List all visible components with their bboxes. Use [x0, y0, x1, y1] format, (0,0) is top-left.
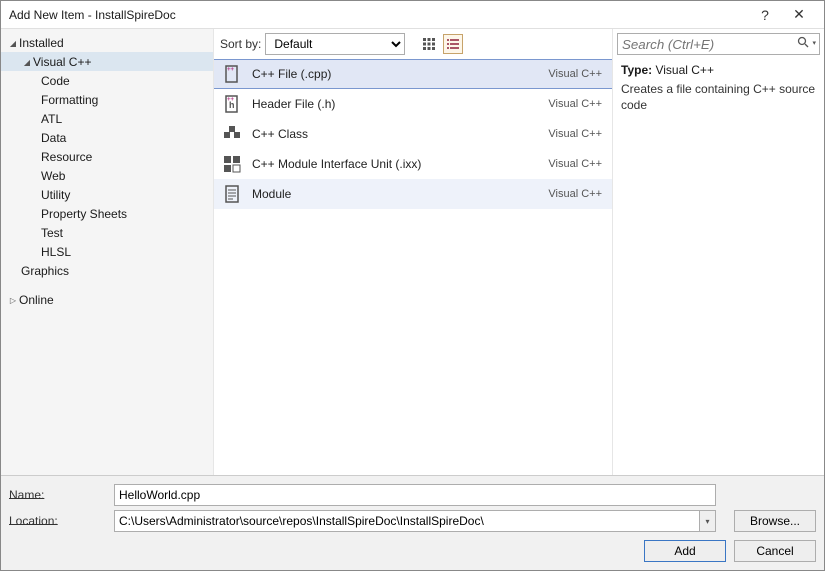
search-icon[interactable]: ▾ [797, 36, 816, 49]
center-pane: Sort by: Default [214, 29, 613, 475]
chevron-down-icon [7, 38, 19, 48]
template-item-module[interactable]: Module Visual C++ [214, 179, 612, 209]
sortby-select[interactable]: Default [265, 33, 405, 55]
cpp-file-icon: ++ [220, 62, 244, 86]
template-list: ++ C++ File (.cpp) Visual C++ h++ Header… [214, 59, 612, 475]
titlebar: Add New Item - InstallSpireDoc ? ✕ [1, 1, 824, 29]
window-title: Add New Item - InstallSpireDoc [9, 8, 748, 22]
sidebar-item-visual-cpp[interactable]: Visual C++ [1, 52, 213, 71]
list-icon [446, 37, 460, 51]
template-tag: Visual C++ [548, 98, 602, 110]
template-tag: Visual C++ [548, 158, 602, 170]
location-label: Location: [9, 514, 114, 528]
sidebar-item-resource[interactable]: Resource [1, 147, 213, 166]
module-icon [220, 182, 244, 206]
sidebar-item-utility[interactable]: Utility [1, 185, 213, 204]
sidebar-item-graphics[interactable]: Graphics [1, 261, 213, 280]
browse-button[interactable]: Browse... [734, 510, 816, 532]
cpp-class-icon [220, 122, 244, 146]
location-dropdown-button[interactable]: ▾ [699, 511, 715, 531]
cancel-button[interactable]: Cancel [734, 540, 816, 562]
details-type-value: Visual C++ [655, 63, 713, 77]
sidebar: Installed Visual C++ Code Formatting ATL… [1, 29, 214, 475]
sidebar-label: Visual C++ [33, 55, 91, 69]
sidebar-item-data[interactable]: Data [1, 128, 213, 147]
view-list-button[interactable] [443, 34, 463, 54]
sidebar-item-atl[interactable]: ATL [1, 109, 213, 128]
header-file-icon: h++ [220, 92, 244, 116]
template-item-cpp-file[interactable]: ++ C++ File (.cpp) Visual C++ [214, 59, 612, 89]
chevron-down-icon: ▾ [812, 39, 816, 47]
help-button[interactable]: ? [748, 7, 782, 23]
sidebar-item-code[interactable]: Code [1, 71, 213, 90]
name-input[interactable] [114, 484, 716, 506]
dialog-buttons: Add Cancel [9, 534, 816, 562]
content-area: Installed Visual C++ Code Formatting ATL… [1, 29, 824, 475]
details-description: Creates a file containing C++ source cod… [621, 81, 816, 113]
sidebar-label: Online [19, 293, 54, 307]
sidebar-item-installed[interactable]: Installed [1, 33, 213, 52]
sidebar-item-test[interactable]: Test [1, 223, 213, 242]
template-item-module-interface[interactable]: C++ Module Interface Unit (.ixx) Visual … [214, 149, 612, 179]
module-unit-icon [220, 152, 244, 176]
right-pane: ▾ Type: Visual C++ Creates a file contai… [613, 29, 824, 475]
chevron-down-icon [21, 57, 33, 67]
center-toolbar: Sort by: Default [214, 29, 612, 59]
view-icons-button[interactable] [419, 34, 439, 54]
template-label: C++ Module Interface Unit (.ixx) [252, 157, 548, 171]
template-label: C++ File (.cpp) [252, 67, 548, 81]
template-label: Header File (.h) [252, 97, 548, 111]
sortby-label: Sort by: [220, 37, 261, 51]
sidebar-item-online[interactable]: Online [1, 290, 213, 309]
details-pane: Type: Visual C++ Creates a file containi… [613, 55, 824, 121]
search-input[interactable] [617, 33, 820, 55]
chevron-right-icon [7, 295, 19, 305]
grid-icon [422, 37, 436, 51]
search-box: ▾ [617, 33, 820, 55]
template-tag: Visual C++ [548, 188, 602, 200]
template-label: C++ Class [252, 127, 548, 141]
close-button[interactable]: ✕ [782, 6, 816, 23]
svg-text:++: ++ [227, 67, 235, 73]
location-input[interactable] [114, 510, 716, 532]
add-button[interactable]: Add [644, 540, 726, 562]
svg-text:++: ++ [227, 97, 235, 103]
template-item-header-file[interactable]: h++ Header File (.h) Visual C++ [214, 89, 612, 119]
template-tag: Visual C++ [548, 128, 602, 140]
name-label: Name: [9, 488, 114, 502]
template-label: Module [252, 187, 548, 201]
footer: Name: Location: ▾ Browse... Add Cancel [1, 475, 824, 570]
details-type-label: Type: [621, 63, 652, 77]
sidebar-item-property-sheets[interactable]: Property Sheets [1, 204, 213, 223]
template-item-cpp-class[interactable]: C++ Class Visual C++ [214, 119, 612, 149]
sidebar-item-hlsl[interactable]: HLSL [1, 242, 213, 261]
sidebar-label: Installed [19, 36, 64, 50]
template-tag: Visual C++ [548, 68, 602, 80]
sidebar-item-web[interactable]: Web [1, 166, 213, 185]
sidebar-item-formatting[interactable]: Formatting [1, 90, 213, 109]
